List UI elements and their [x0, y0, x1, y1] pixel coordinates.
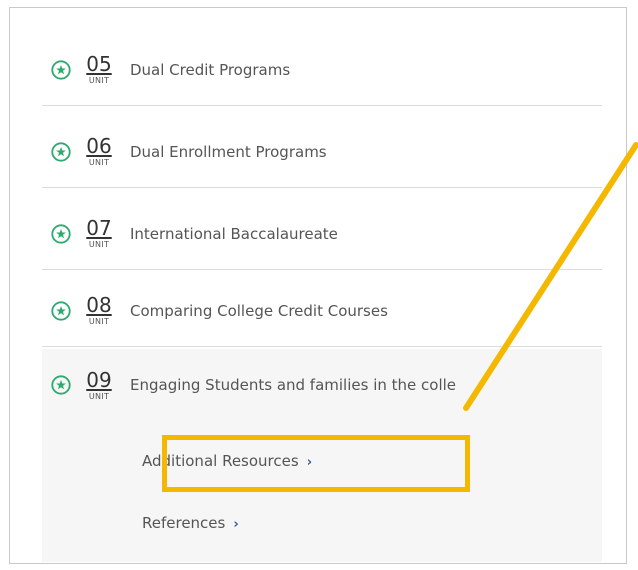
annotation-arrow	[463, 142, 638, 411]
